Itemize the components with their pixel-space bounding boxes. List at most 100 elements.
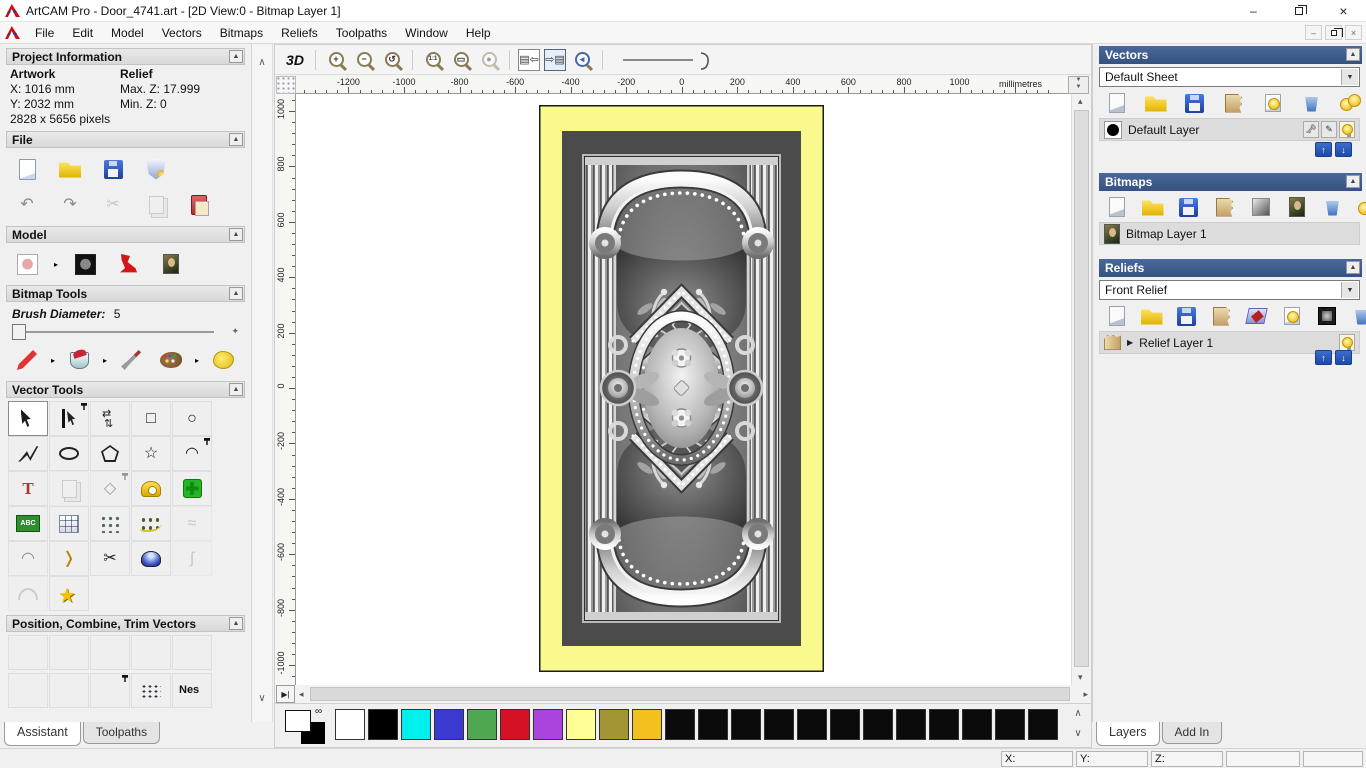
create-text[interactable] [8, 471, 48, 506]
flyout-arrow-icon[interactable]: ▸ [103, 356, 107, 365]
zoom-in-button[interactable]: + [324, 48, 348, 72]
create-rectangle[interactable]: □ [131, 401, 171, 436]
zoom-previous-button[interactable]: ↺ [380, 48, 404, 72]
scroll-up-icon[interactable]: ∧ [255, 56, 269, 70]
detail-slider[interactable] [621, 50, 716, 70]
save-bitmap[interactable] [1173, 195, 1204, 219]
palette-scrollbar[interactable]: ∧ ∨ [1071, 707, 1087, 745]
load-texture[interactable] [154, 249, 188, 279]
model-wizard[interactable] [139, 154, 173, 184]
layer-colour-swatch[interactable] [1104, 120, 1122, 139]
menu-reliefs[interactable]: Reliefs [272, 24, 327, 42]
toggle-relief-visibility[interactable] [1276, 304, 1307, 328]
collapse-vectors-panel-button[interactable]: ▲ [1346, 48, 1360, 61]
create-polygon[interactable] [90, 436, 130, 471]
create-bisector[interactable]: ❭ [49, 541, 89, 576]
transform-vectors[interactable] [90, 401, 130, 436]
relief-layer-name[interactable]: Relief Layer 1 [1139, 336, 1213, 350]
colour-picker[interactable] [114, 345, 148, 375]
create-star[interactable]: ☆ [131, 436, 171, 471]
move-layer-up-button[interactable]: ↑ [1315, 142, 1332, 157]
stack-reliefs[interactable] [1241, 304, 1272, 328]
vector-layer-name[interactable]: Default Layer [1128, 123, 1199, 137]
fit-arcs-to-curve[interactable]: ◠ [8, 541, 48, 576]
palette-swatch-8[interactable] [599, 709, 629, 740]
flyout-arrow-icon[interactable]: ▸ [195, 356, 199, 365]
magic-sponge[interactable] [206, 345, 240, 375]
node-editing[interactable] [49, 401, 89, 436]
primary-secondary-colour-chip[interactable]: ∞ [285, 706, 333, 746]
new-bitmap-layer[interactable] [1101, 195, 1132, 219]
canvas-vscroll-thumb[interactable] [1074, 110, 1089, 667]
save-vectors[interactable] [1179, 91, 1210, 115]
reliefs-panel-header[interactable]: Reliefs ▲ [1099, 259, 1362, 277]
collapse-file-button[interactable]: ▲ [229, 133, 243, 146]
vector-nesting[interactable] [172, 673, 212, 708]
mdi-minimize-button[interactable]: – [1305, 25, 1322, 40]
envelope-distortion[interactable] [49, 506, 89, 541]
toggle-3d-view-button[interactable]: 3D [283, 48, 307, 72]
canvas-scroll-down-icon[interactable]: ▾ [1078, 672, 1083, 683]
palette-swatch-19[interactable] [962, 709, 992, 740]
canvas-scroll-left-icon[interactable]: ◂ [299, 689, 304, 700]
tab-add-in[interactable]: Add In [1161, 722, 1223, 744]
bitmap-layer-row[interactable]: Bitmap Layer 1 [1099, 222, 1360, 245]
palette-swatch-15[interactable] [830, 709, 860, 740]
bitmap-properties[interactable] [1281, 195, 1312, 219]
canvas-pan-button[interactable]: ▶| [276, 685, 295, 703]
palette-scroll-up-icon[interactable]: ∧ [1071, 707, 1085, 721]
menu-window[interactable]: Window [396, 24, 457, 42]
tab-toolpaths[interactable]: Toolpaths [82, 722, 161, 744]
vector-tools-header[interactable]: Vector Tools ▲ [6, 381, 245, 398]
slider-thumb[interactable] [12, 324, 26, 340]
align-centre-x[interactable] [172, 635, 212, 670]
palette-swatch-14[interactable] [797, 709, 827, 740]
redo[interactable]: ↷ [53, 190, 87, 220]
file-section-header[interactable]: File ▲ [6, 131, 245, 148]
vector-doctor[interactable] [172, 471, 212, 506]
palette-swatch-1[interactable] [368, 709, 398, 740]
move-relief-down-button[interactable]: ↓ [1335, 350, 1352, 365]
menu-file[interactable]: File [26, 24, 63, 42]
ruler-origin-button[interactable] [276, 76, 296, 94]
tab-layers[interactable]: Layers [1096, 722, 1160, 746]
align-right[interactable] [49, 635, 89, 670]
tab-assistant[interactable]: Assistant [4, 722, 81, 746]
menu-edit[interactable]: Edit [63, 24, 102, 42]
open-vectors[interactable] [1140, 91, 1171, 115]
palette-swatch-5[interactable] [500, 709, 530, 740]
palette-swatch-12[interactable] [731, 709, 761, 740]
merge-vector-layers[interactable] [1218, 91, 1249, 115]
text-on-curve[interactable] [8, 506, 48, 541]
collapse-bitmaps-panel-button[interactable]: ▲ [1346, 175, 1360, 188]
collapse-vector-tools-button[interactable]: ▲ [229, 383, 243, 396]
paste-in-position[interactable] [90, 673, 130, 708]
new-model[interactable] [10, 154, 44, 184]
align-top[interactable] [90, 635, 130, 670]
vector-sheet-select[interactable]: Default Sheet ▼ [1099, 67, 1360, 87]
save-model[interactable] [96, 154, 130, 184]
canvas-horizontal-scrollbar[interactable]: ◂ ▸ [296, 685, 1091, 703]
open-relief[interactable] [1136, 304, 1167, 328]
palette-swatch-7[interactable] [566, 709, 596, 740]
select-vectors[interactable] [8, 401, 48, 436]
palette-swatch-10[interactable] [665, 709, 695, 740]
palette-swatch-11[interactable] [698, 709, 728, 740]
toggle-layer-visibility[interactable] [1257, 91, 1288, 115]
layer-visibility-button[interactable] [1339, 121, 1355, 138]
spin-vectors[interactable] [131, 541, 171, 576]
toggle-all-bitmaps[interactable] [1353, 195, 1366, 219]
zoom-1to1-button[interactable]: 1:1 [421, 48, 445, 72]
move-relief-up-button[interactable]: ↑ [1315, 350, 1332, 365]
preview-magnifier-button[interactable]: ◂ [570, 48, 594, 72]
merge-bitmap-layers[interactable] [1209, 195, 1240, 219]
slider-track[interactable] [14, 331, 214, 333]
relief-select[interactable]: Front Relief ▼ [1099, 280, 1360, 300]
mdi-restore-button[interactable] [1325, 25, 1343, 40]
next-bitmap-layer-button[interactable]: ⇨▤ [544, 48, 566, 71]
paint-brush[interactable] [10, 345, 44, 375]
close-button[interactable]: × [1321, 0, 1366, 22]
trim-vectors[interactable]: ✂ [90, 541, 130, 576]
create-ellipse[interactable] [49, 436, 89, 471]
menu-vectors[interactable]: Vectors [153, 24, 211, 42]
